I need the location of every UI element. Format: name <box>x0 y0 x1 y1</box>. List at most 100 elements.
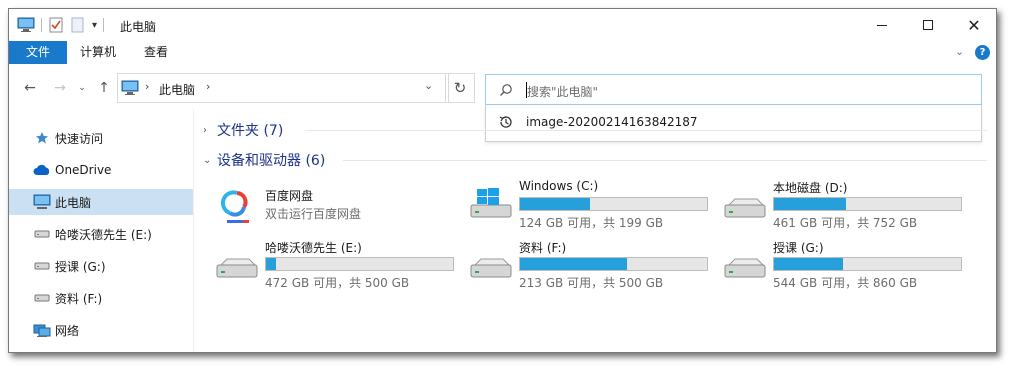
cloud-icon <box>33 162 51 178</box>
ribbon-tabs: 文件 计算机 查看 ⌄ ? <box>9 41 996 64</box>
drive-icon <box>724 198 766 218</box>
minimize-icon <box>877 24 887 26</box>
device-name: 哈喽沃德先生 (E:) <box>265 241 362 255</box>
maximize-icon <box>923 20 933 30</box>
breadcrumb-this-pc[interactable]: 此电脑 <box>159 81 195 98</box>
file-explorer-window: ▾ 此电脑 ✕ 文件 计算机 查看 ⌄ ? ← → ⌄ ↑ › 此电脑 › ⌄ … <box>8 8 997 353</box>
new-folder-icon[interactable] <box>70 17 86 33</box>
usage-bar-fill <box>774 258 843 270</box>
search-input[interactable]: 搜索"此电脑" <box>527 83 598 100</box>
sidebar-item-label: 网络 <box>55 323 80 338</box>
group-header-label: 设备和驱动器 (6) <box>217 153 326 169</box>
group-header-devices[interactable]: ⌄ 设备和驱动器 (6) <box>203 150 325 170</box>
sidebar-item-network[interactable]: 网络 <box>9 317 193 343</box>
group-divider <box>343 160 987 161</box>
windows-drive-icon <box>470 188 512 218</box>
group-header-label: 文件夹 (7) <box>217 123 284 139</box>
search-icon <box>500 84 512 96</box>
sidebar-item-label: 快速访问 <box>55 131 104 146</box>
close-icon: ✕ <box>967 15 981 35</box>
maximize-button[interactable] <box>905 9 951 41</box>
usage-bar <box>265 257 454 271</box>
refresh-button[interactable]: ↻ <box>445 73 475 103</box>
group-divider <box>305 130 987 131</box>
title-divider <box>103 18 105 32</box>
minimize-button[interactable] <box>859 9 905 41</box>
drive-icon <box>724 258 766 278</box>
computer-icon <box>33 194 51 210</box>
star-icon <box>33 130 51 146</box>
history-icon <box>499 116 512 128</box>
device-name: 授课 (G:) <box>773 241 824 255</box>
drive-icon <box>33 226 51 242</box>
back-button[interactable]: ← <box>21 79 39 97</box>
baidu-netdisk-icon <box>220 190 249 223</box>
address-dropdown-icon[interactable]: ⌄ <box>424 79 433 92</box>
usage-text: 124 GB 可用，共 199 GB <box>519 216 664 230</box>
address-bar[interactable]: › 此电脑 › ⌄ <box>117 73 449 103</box>
baidu-netdisk-item[interactable]: 百度网盘 双击运行百度网盘 <box>213 187 463 233</box>
tab-computer[interactable]: 计算机 <box>75 41 121 64</box>
title-bar: ▾ 此电脑 ✕ <box>9 9 996 41</box>
usage-text: 472 GB 可用，共 500 GB <box>265 276 410 290</box>
sidebar-item-label: 哈喽沃德先生 (E:) <box>55 227 152 242</box>
up-button[interactable]: ↑ <box>95 79 113 97</box>
sidebar-item-drive-e[interactable]: 哈喽沃德先生 (E:) <box>9 221 193 247</box>
usage-bar <box>519 197 708 211</box>
usage-bar-fill <box>266 258 277 270</box>
drive-g-item[interactable]: 授课 (G:) 544 GB 可用，共 860 GB <box>721 239 971 290</box>
device-name: 资料 (F:) <box>519 241 567 255</box>
drive-c-item[interactable]: Windows (C:) 124 GB 可用，共 199 GB <box>467 179 717 230</box>
drive-icon <box>33 258 51 274</box>
tab-file[interactable]: 文件 <box>9 41 67 64</box>
breadcrumb-separator[interactable]: › <box>145 80 149 93</box>
close-button[interactable]: ✕ <box>951 9 996 41</box>
usage-bar-fill <box>520 258 628 270</box>
drive-f-item[interactable]: 资料 (F:) 213 GB 可用，共 500 GB <box>467 239 717 290</box>
window-title: 此电脑 <box>120 20 157 34</box>
help-icon[interactable]: ? <box>975 45 990 60</box>
pane-divider <box>193 109 194 352</box>
drive-d-item[interactable]: 本地磁盘 (D:) 461 GB 可用，共 752 GB <box>721 179 971 230</box>
breadcrumb-separator[interactable]: › <box>206 80 210 93</box>
navigation-pane: 快速访问 OneDrive 此电脑 哈喽沃德先生 (E:) 授课 (G:) 资料… <box>9 119 193 352</box>
search-box[interactable]: 搜索"此电脑" <box>485 74 982 105</box>
properties-icon[interactable] <box>48 17 64 33</box>
search-suggestion-label: image-20200214163842187 <box>526 115 698 129</box>
network-icon <box>33 322 51 338</box>
sidebar-item-this-pc[interactable]: 此电脑 <box>9 189 193 215</box>
sidebar-item-drive-f[interactable]: 资料 (F:) <box>9 285 193 311</box>
drive-icon <box>216 258 258 278</box>
sidebar-item-label: OneDrive <box>55 163 112 177</box>
search-suggestion-item[interactable]: image-20200214163842187 <box>486 111 981 135</box>
quick-access-toolbar: ▾ <box>17 16 110 34</box>
search-suggestions: image-20200214163842187 <box>485 105 982 142</box>
chevron-right-icon: › <box>203 124 207 136</box>
recent-locations-button[interactable]: ⌄ <box>73 79 91 97</box>
chevron-down-icon: ⌄ <box>203 154 212 166</box>
computer-icon <box>17 17 35 32</box>
sidebar-item-onedrive[interactable]: OneDrive <box>9 157 193 183</box>
expand-ribbon-icon[interactable]: ⌄ <box>955 45 964 58</box>
toolbar-divider <box>41 18 42 32</box>
sidebar-item-label: 资料 (F:) <box>55 291 103 306</box>
group-header-folders[interactable]: › 文件夹 (7) <box>203 120 283 140</box>
drive-icon <box>470 258 512 278</box>
device-name: Windows (C:) <box>519 179 599 193</box>
usage-text: 213 GB 可用，共 500 GB <box>519 276 664 290</box>
forward-button[interactable]: → <box>51 79 69 97</box>
drive-icon <box>33 290 51 306</box>
refresh-icon: ↻ <box>453 79 467 97</box>
drive-e-item[interactable]: 哈喽沃德先生 (E:) 472 GB 可用，共 500 GB <box>213 239 463 290</box>
usage-text: 544 GB 可用，共 860 GB <box>773 276 918 290</box>
device-name: 本地磁盘 (D:) <box>773 181 848 195</box>
usage-text: 461 GB 可用，共 752 GB <box>773 216 918 230</box>
customize-toolbar-arrow[interactable]: ▾ <box>92 20 97 31</box>
sidebar-item-label: 授课 (G:) <box>55 259 106 274</box>
usage-bar <box>519 257 708 271</box>
usage-bar-fill <box>774 198 847 210</box>
sidebar-item-drive-g[interactable]: 授课 (G:) <box>9 253 193 279</box>
sidebar-item-quick-access[interactable]: 快速访问 <box>9 125 193 151</box>
usage-bar <box>773 197 962 211</box>
tab-view[interactable]: 查看 <box>133 41 179 64</box>
